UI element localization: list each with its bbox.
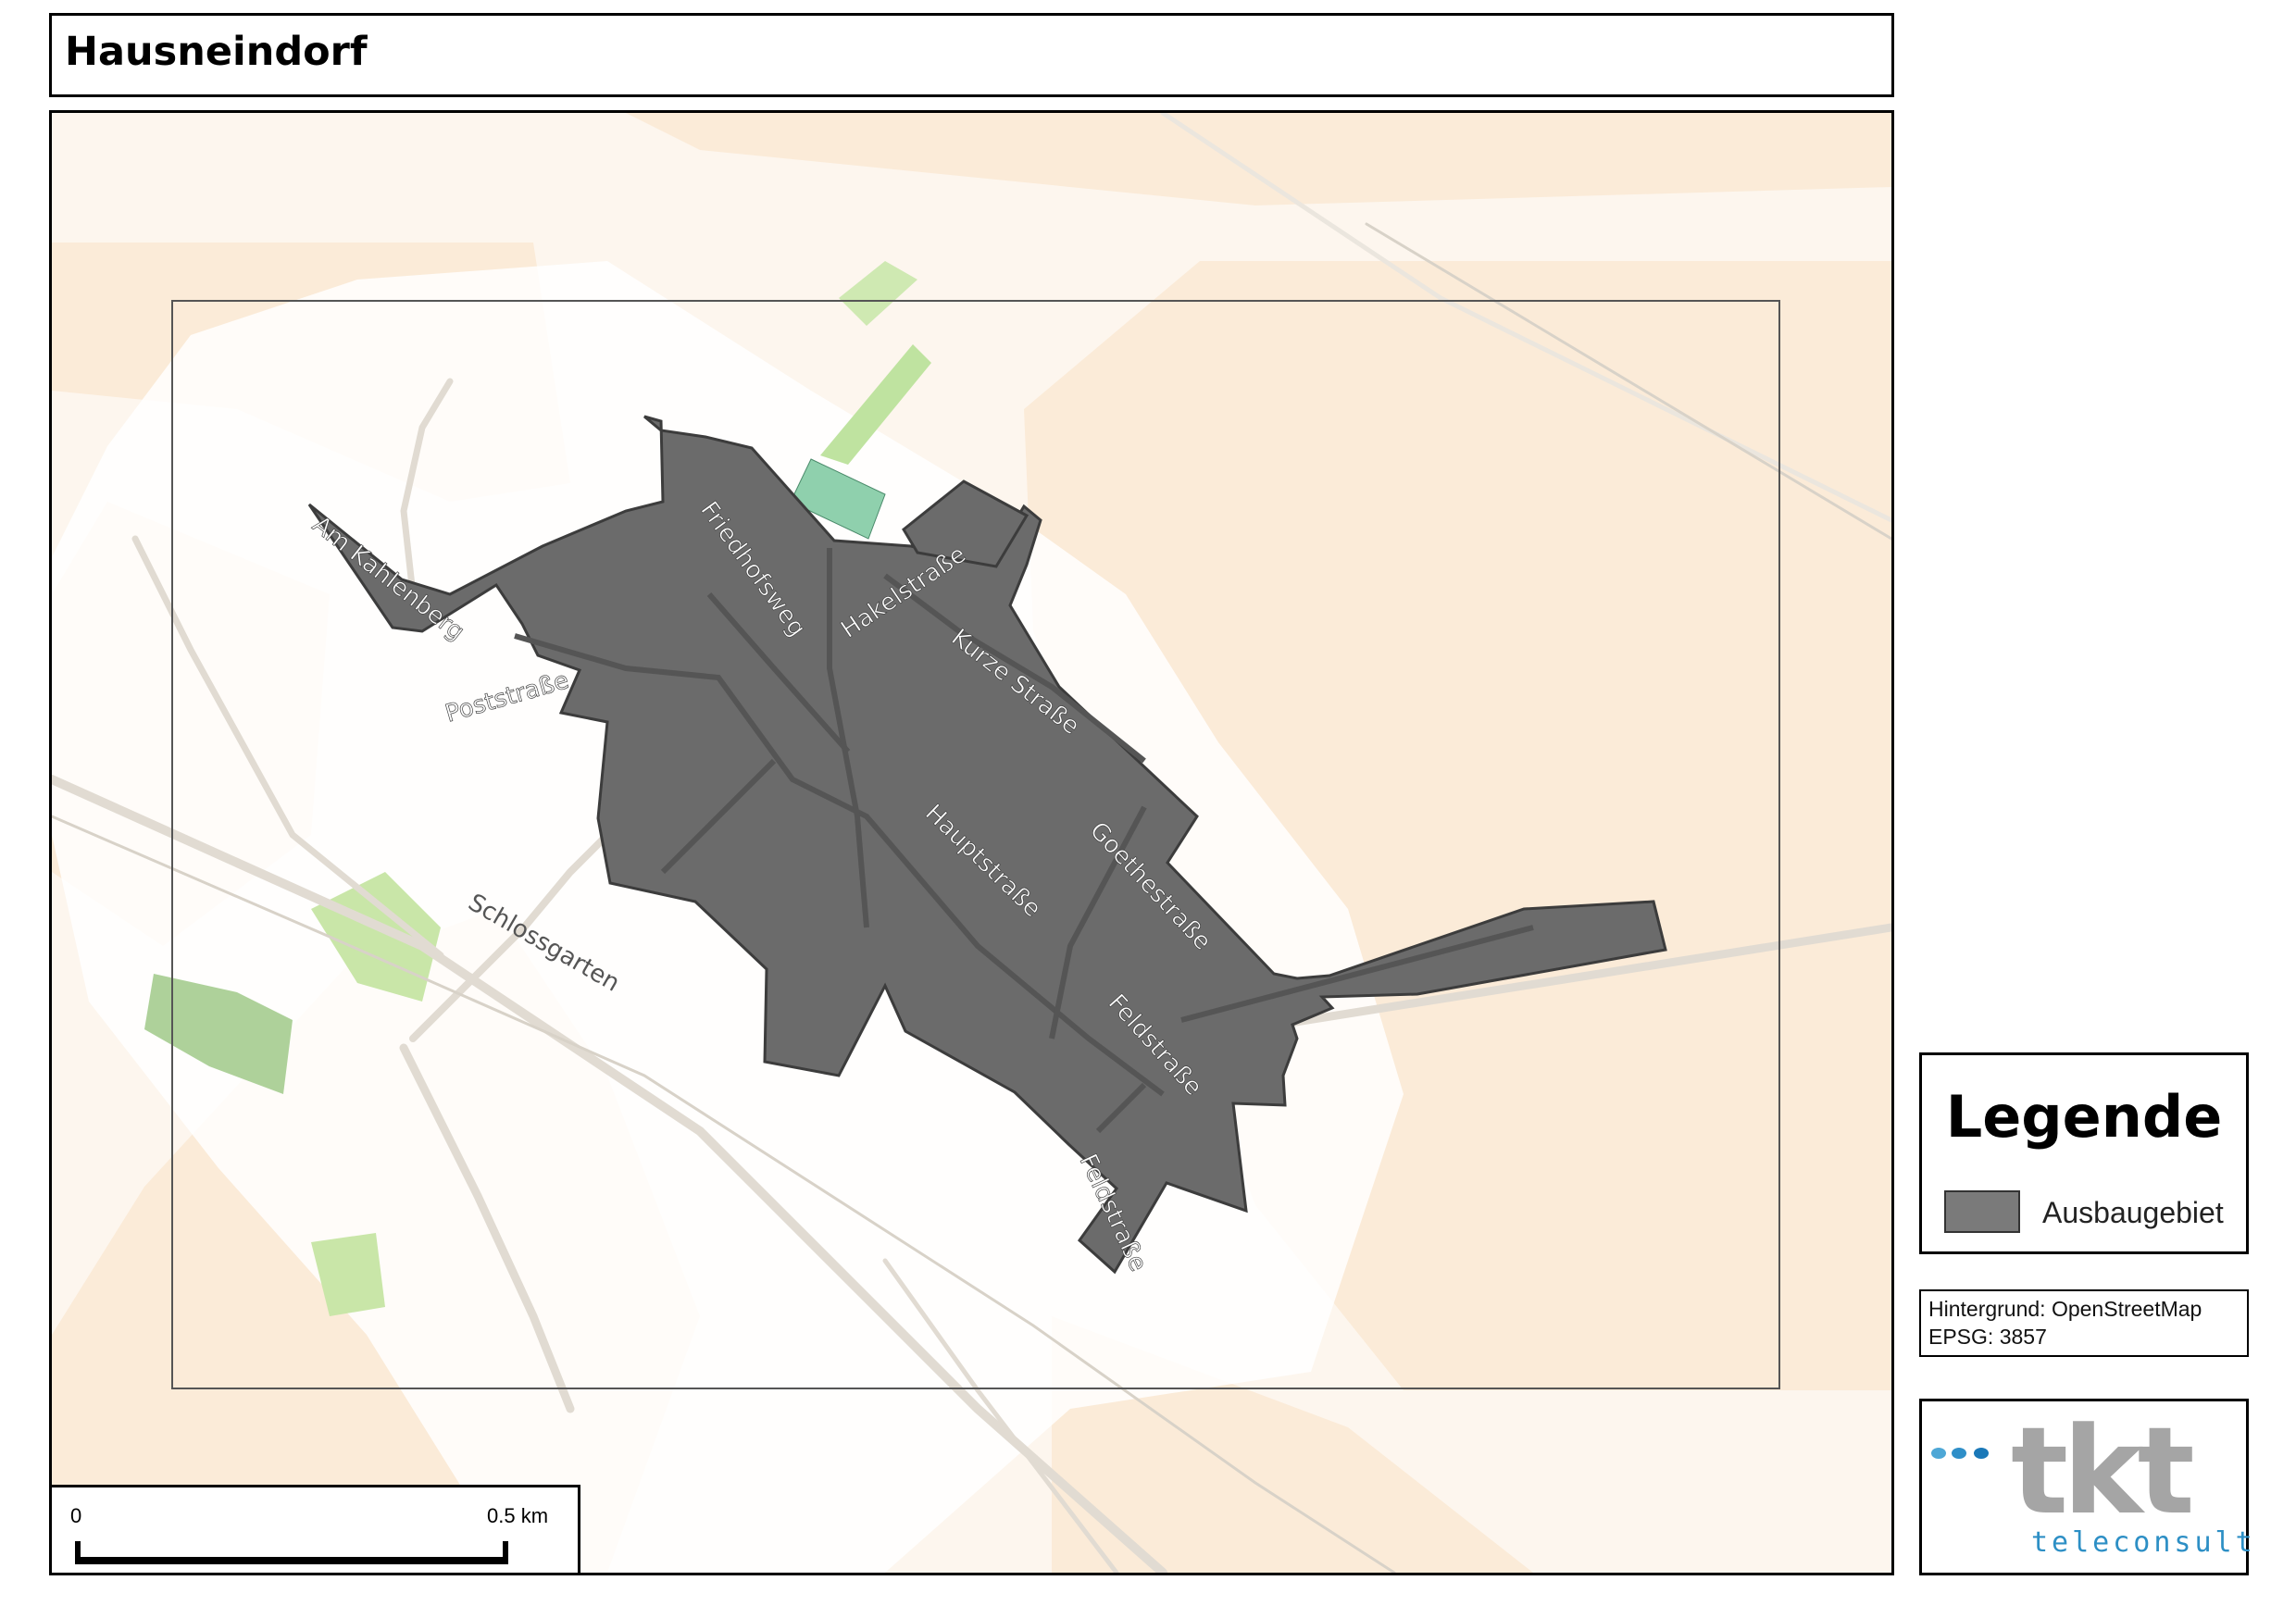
scale-tick [503,1541,508,1564]
logo-dot [1974,1448,1989,1459]
credit-line-epsg: EPSG: 3857 [1928,1325,2047,1349]
credits-box: Hintergrund: OpenStreetMap EPSG: 3857 [1919,1289,2249,1357]
logo-mark: tkt [2011,1400,2195,1541]
credit-line-background: Hintergrund: OpenStreetMap [1928,1297,2202,1321]
logo-dot [1952,1448,1966,1459]
logo-box: tkt teleconsult [1919,1399,2252,1575]
legend-label: Ausbaugebiet [2042,1196,2224,1229]
map-frame[interactable]: Am Kahlenberg Friedhofsweg Hakelstraße K… [49,110,1894,1575]
map-canvas: Am Kahlenberg Friedhofsweg Hakelstraße K… [52,113,1891,1573]
scale-bar [75,1557,506,1564]
map-title: Hausneindorf [65,29,368,75]
legend-swatch [1944,1190,2020,1233]
scale-start-label: 0 [70,1504,82,1527]
scale-end-label: 0.5 km [487,1504,549,1527]
title-box: Hausneindorf [49,13,1894,97]
legend-box: Legende Ausbaugebiet [1919,1052,2249,1254]
legend-title: Legende [1945,1083,2223,1151]
logo-subtitle: teleconsult [2031,1526,2256,1559]
logo-dot [1931,1448,1946,1459]
scale-bar-box: 0 0.5 km [49,1485,580,1575]
